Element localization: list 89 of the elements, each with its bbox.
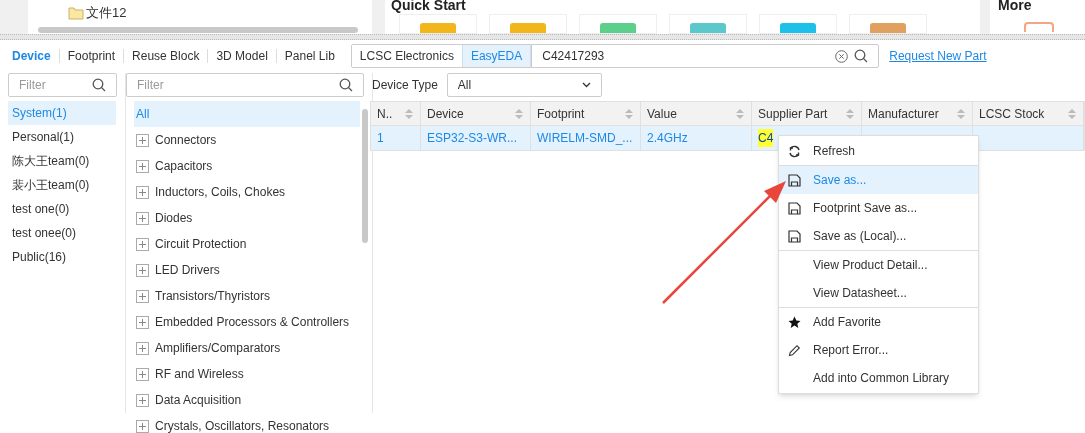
quick-start-card[interactable] <box>489 14 567 34</box>
panel-title: More <box>998 0 1033 14</box>
column-header[interactable]: N.. <box>371 102 421 125</box>
field-label: Device Type <box>372 77 438 94</box>
pencil-icon <box>788 343 801 357</box>
refresh-icon <box>788 144 801 158</box>
menu-item[interactable]: Save as (Local)... <box>779 222 978 250</box>
chevron-down-icon <box>581 82 591 88</box>
menu-item[interactable]: View Product Detail... <box>779 251 978 279</box>
clear-icon[interactable] <box>835 49 849 63</box>
table-cell-text: 2.4GHz <box>647 130 688 147</box>
library-item[interactable]: 裴小王team(0) <box>8 173 116 197</box>
request-link[interactable]: Request New Part <box>889 47 987 65</box>
sort-icon <box>956 107 966 120</box>
expand-icon[interactable] <box>136 185 149 199</box>
library-tab[interactable]: Reuse Block <box>124 47 208 65</box>
category-item[interactable]: Connectors <box>134 127 360 153</box>
table-cell-text: WIRELM-SMD_... <box>537 130 633 147</box>
table-cell-text: 1 <box>377 130 384 147</box>
library-item[interactable]: test one(0) <box>8 197 116 221</box>
quick-start-card[interactable] <box>759 14 837 34</box>
save-icon <box>788 229 801 243</box>
panel-title: Quick Start <box>391 0 467 14</box>
vertical-scrollbar[interactable] <box>362 109 368 243</box>
expand-icon[interactable] <box>136 341 149 355</box>
category-item[interactable]: Capacitors <box>134 153 360 179</box>
star-icon <box>788 315 801 329</box>
more-icon <box>1024 22 1054 32</box>
library-tab[interactable]: Device <box>4 47 59 65</box>
category-item[interactable]: Crystals, Oscillators, Resonators <box>134 413 360 433</box>
menu-item[interactable]: Footprint Save as... <box>779 194 978 222</box>
expand-icon[interactable] <box>136 419 149 433</box>
expand-icon[interactable] <box>136 263 149 277</box>
expand-icon[interactable] <box>136 315 149 329</box>
expand-icon[interactable] <box>136 159 149 173</box>
category-item[interactable]: RF and Wireless <box>134 361 360 387</box>
sort-icon <box>404 107 414 120</box>
save-icon <box>788 173 801 187</box>
sort-icon <box>624 107 634 120</box>
column-header[interactable]: Footprint <box>531 102 641 125</box>
library-tab[interactable]: Footprint <box>59 47 124 65</box>
column-header[interactable]: Supplier Part <box>752 102 862 125</box>
library-item[interactable]: test onee(0) <box>8 221 116 245</box>
library-tab[interactable]: Panel Lib <box>276 47 343 65</box>
table-cell-text: ESP32-S3-WR... <box>427 130 518 147</box>
expand-icon[interactable] <box>136 237 149 251</box>
category-item[interactable]: Data Acquisition <box>134 387 360 413</box>
library-item[interactable]: Public(16) <box>8 245 116 269</box>
menu-item[interactable]: View Datasheet... <box>779 279 978 307</box>
quick-start-card[interactable] <box>579 14 657 34</box>
expand-icon[interactable] <box>136 367 149 381</box>
save-icon <box>788 201 801 215</box>
horizontal-scrollbar[interactable] <box>38 27 358 33</box>
sort-icon <box>845 107 855 120</box>
sort-icon <box>735 107 745 120</box>
quick-start-card[interactable] <box>669 14 747 34</box>
category-item[interactable]: Circuit Protection <box>134 231 360 257</box>
expand-icon[interactable] <box>136 133 149 147</box>
device-type-dropdown[interactable]: All <box>446 73 602 97</box>
column-header[interactable]: Value <box>641 102 752 125</box>
category-item[interactable]: Embedded Processors & Controllers <box>134 309 360 335</box>
tree-item[interactable]: 文件12 <box>86 3 127 23</box>
table-cell: C4 <box>758 129 774 147</box>
library-item[interactable]: Personal(1) <box>8 125 116 149</box>
search-icon <box>854 49 869 63</box>
menu-item[interactable]: Report Error... <box>779 336 978 364</box>
column-header[interactable]: Device <box>421 102 531 125</box>
search-icon <box>92 78 106 92</box>
menu-item[interactable]: Add Favorite <box>779 308 978 336</box>
expand-icon[interactable] <box>136 211 149 225</box>
category-item[interactable]: Transistors/Thyristors <box>134 283 360 309</box>
sort-icon <box>1067 107 1077 120</box>
search-icon <box>339 78 353 92</box>
expand-icon[interactable] <box>136 289 149 303</box>
sort-icon <box>514 107 524 120</box>
library-item[interactable]: 陈大王team(0) <box>8 149 116 173</box>
expand-icon[interactable] <box>136 393 149 407</box>
quick-start-card[interactable] <box>399 14 477 34</box>
search-field[interactable]: C42417293 <box>531 44 880 68</box>
folder-icon <box>68 5 84 20</box>
category-item[interactable]: Inductors, Coils, Chokes <box>134 179 360 205</box>
column-header[interactable]: Manufacturer <box>862 102 973 125</box>
category-item[interactable]: Diodes <box>134 205 360 231</box>
category-item[interactable]: LED Drivers <box>134 257 360 283</box>
column-header[interactable]: LCSC Stock <box>973 102 1084 125</box>
library-tab[interactable]: 3D Model <box>208 47 276 65</box>
category-item[interactable]: Amplifiers/Comparators <box>134 335 360 361</box>
quick-start-card[interactable] <box>849 14 927 34</box>
menu-item[interactable]: Add into Common Library <box>779 364 978 392</box>
